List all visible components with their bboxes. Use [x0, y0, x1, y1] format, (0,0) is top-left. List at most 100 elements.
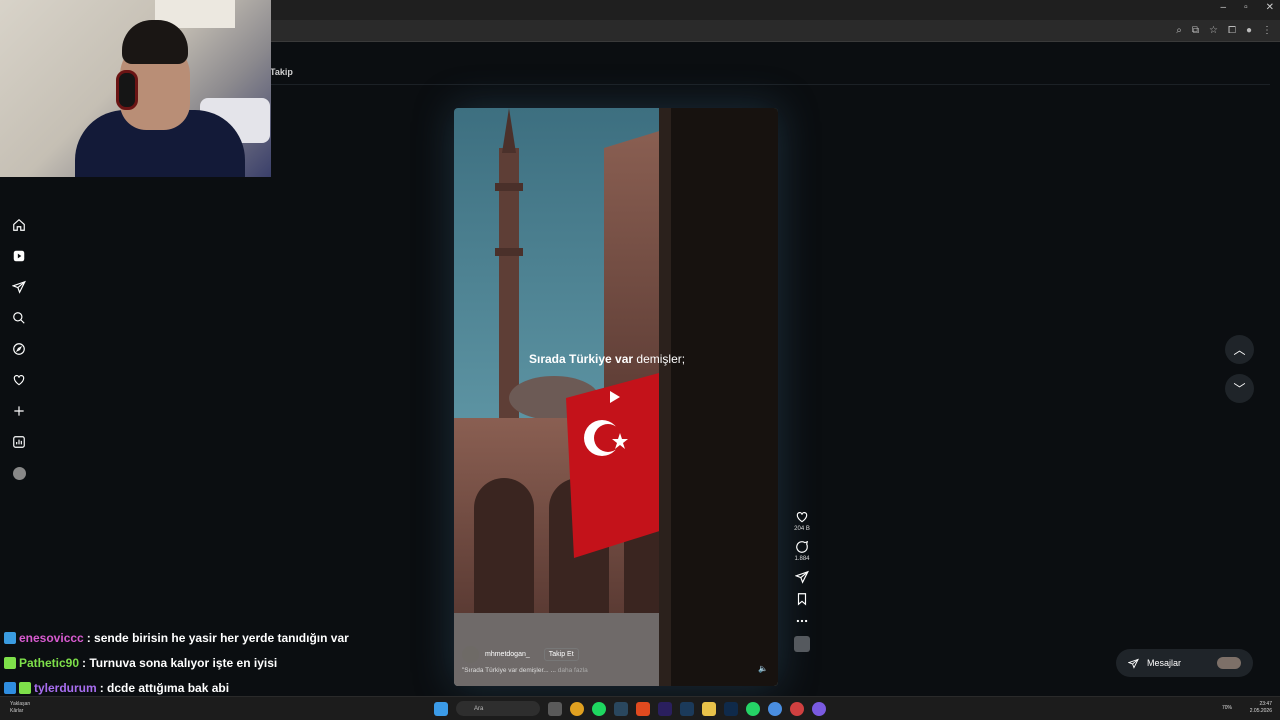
spotify-icon[interactable] — [592, 701, 606, 716]
menu-icon[interactable]: ⋮ — [1262, 25, 1272, 36]
play-icon[interactable] — [610, 391, 620, 403]
messages-label: Mesajlar — [1147, 658, 1182, 668]
clock-date: 2.05.2026 — [1249, 708, 1272, 714]
taskbar-apps: Ara — [434, 701, 826, 716]
app-icon[interactable] — [812, 701, 826, 716]
more-link[interactable]: daha fazla — [556, 667, 588, 674]
volume-icon[interactable]: 🔈 — [758, 664, 768, 673]
send-icon — [1128, 658, 1139, 669]
video-info: mhmetdogan_ Takip Et "Sırada Türkiye var… — [462, 646, 762, 674]
follow-button[interactable]: Takip Et — [543, 648, 579, 661]
home-icon — [13, 218, 25, 231]
next-reel-button[interactable]: ﹀ — [1225, 374, 1254, 403]
chat-username: enesoviccc — [19, 630, 84, 645]
chat-text: : sende birisin he yasir her yerde tanıd… — [86, 630, 349, 645]
windows-taskbar: Yaklaşan Kârlar Ara 70% 23:47 2.05.2026 — [0, 696, 1280, 720]
profile-avatar — [12, 466, 26, 480]
message-avatars — [1217, 657, 1241, 669]
bookmark-icon — [797, 593, 807, 606]
sidebar-item-profile[interactable] — [9, 463, 29, 483]
plus-icon — [14, 406, 24, 416]
messages-button[interactable]: Mesajlar — [1116, 649, 1253, 677]
clock-time: 23:47 — [1259, 701, 1272, 707]
taskbar-weather-widget[interactable]: Yaklaşan Kârlar — [10, 701, 30, 715]
premiere-icon[interactable] — [658, 701, 672, 716]
chat-username: tylerdurum — [34, 680, 97, 695]
like-count: 204 B — [794, 526, 810, 532]
search-icon — [13, 312, 25, 324]
video-user-row: mhmetdogan_ Takip Et — [462, 646, 762, 663]
install-icon[interactable]: ⧉ — [1192, 25, 1199, 36]
folder-icon[interactable] — [702, 701, 716, 716]
webcam-overlay — [0, 0, 271, 177]
save-action[interactable] — [790, 592, 814, 606]
heart-icon — [796, 512, 808, 523]
audio-thumbnail[interactable] — [794, 636, 810, 652]
chat-text: : dcde attığıma bak abi — [99, 680, 230, 695]
task-view-icon[interactable] — [548, 701, 562, 716]
close-button[interactable]: ✕ — [1266, 2, 1274, 13]
sidebar-item-explore[interactable] — [9, 339, 29, 359]
brave-icon[interactable] — [636, 701, 650, 716]
headphone-icon — [116, 70, 138, 110]
chevron-down-icon: ﹀ — [1233, 382, 1246, 396]
windows-start-icon[interactable] — [434, 701, 448, 716]
caption-bold: Sırada Türkiye var — [529, 352, 634, 366]
chat-badge-icon — [4, 631, 16, 644]
sidebar-item-home[interactable] — [9, 215, 29, 235]
sidebar-item-search[interactable] — [9, 308, 29, 328]
previous-reel-button[interactable]: ︿ — [1225, 335, 1254, 364]
profile-icon[interactable]: ● — [1246, 25, 1252, 36]
chat-badge-icon — [19, 681, 31, 694]
search-icon[interactable]: ⌕ — [1176, 25, 1182, 36]
tab-following[interactable]: Takip — [270, 67, 293, 77]
reel-actions: 204 B 1.884 — [790, 510, 814, 652]
chat-text: : Turnuva sona kalıyor işte en iyisi — [82, 655, 278, 670]
reel-video[interactable]: Sırada Türkiye var demişler; mhmetdogan_… — [454, 108, 778, 686]
weather-line2: Kârlar — [10, 708, 24, 714]
send-icon — [12, 280, 26, 294]
heart-icon — [13, 375, 25, 386]
weather-line1: Yaklaşan — [10, 701, 31, 707]
explore-icon — [13, 343, 25, 355]
maximize-button[interactable]: ▫ — [1244, 2, 1248, 13]
comment-action[interactable]: 1.884 — [790, 540, 814, 562]
taskbar-search[interactable]: Ara — [456, 701, 540, 716]
user-avatar[interactable] — [462, 646, 479, 663]
share-action[interactable] — [790, 570, 814, 584]
chat-message: Pathetic90 : Turnuva sona kalıyor işte e… — [4, 650, 349, 675]
star-icon[interactable]: ☆ — [1209, 25, 1218, 36]
browser-icon[interactable] — [768, 701, 782, 716]
steam-icon[interactable] — [614, 701, 628, 716]
battery-percentage[interactable]: 70% — [1222, 705, 1232, 711]
chrome-alt-icon[interactable] — [790, 701, 804, 716]
sidebar-item-notifications[interactable] — [9, 370, 29, 390]
description-text: "Sırada Türkiye var demişler... ... — [462, 667, 556, 674]
stream-chat-overlay: enesoviccc : sende birisin he yasir her … — [4, 625, 349, 700]
lightroom-icon[interactable] — [680, 701, 694, 716]
chat-message: enesoviccc : sende birisin he yasir her … — [4, 625, 349, 650]
photoshop-icon[interactable] — [724, 701, 738, 716]
like-action[interactable]: 204 B — [790, 510, 814, 532]
dashboard-icon — [13, 436, 25, 448]
chat-username: Pathetic90 — [19, 655, 80, 670]
sidebar-item-dashboard[interactable] — [9, 432, 29, 452]
extensions-icon[interactable]: ⧠ — [1228, 25, 1236, 36]
chevron-up-icon: ︿ — [1233, 343, 1246, 357]
chrome-icon[interactable] — [570, 701, 584, 716]
video-caption: Sırada Türkiye var demişler; — [529, 352, 685, 366]
whatsapp-icon[interactable] — [746, 701, 760, 716]
sidebar-item-create[interactable] — [9, 401, 29, 421]
sidebar-item-messages[interactable] — [9, 277, 29, 297]
comment-icon — [796, 540, 809, 553]
more-action[interactable] — [790, 614, 814, 628]
send-icon — [795, 570, 809, 584]
reels-icon — [13, 250, 25, 262]
chat-badge-icon — [4, 681, 16, 694]
sidebar-item-reels[interactable] — [9, 246, 29, 266]
video-username[interactable]: mhmetdogan_ — [485, 651, 530, 658]
minimize-button[interactable]: – — [1221, 2, 1227, 13]
sidebar — [9, 215, 31, 494]
video-description: "Sırada Türkiye var demişler... ... daha… — [462, 667, 762, 674]
taskbar-clock[interactable]: 23:47 2.05.2026 — [1250, 701, 1272, 715]
